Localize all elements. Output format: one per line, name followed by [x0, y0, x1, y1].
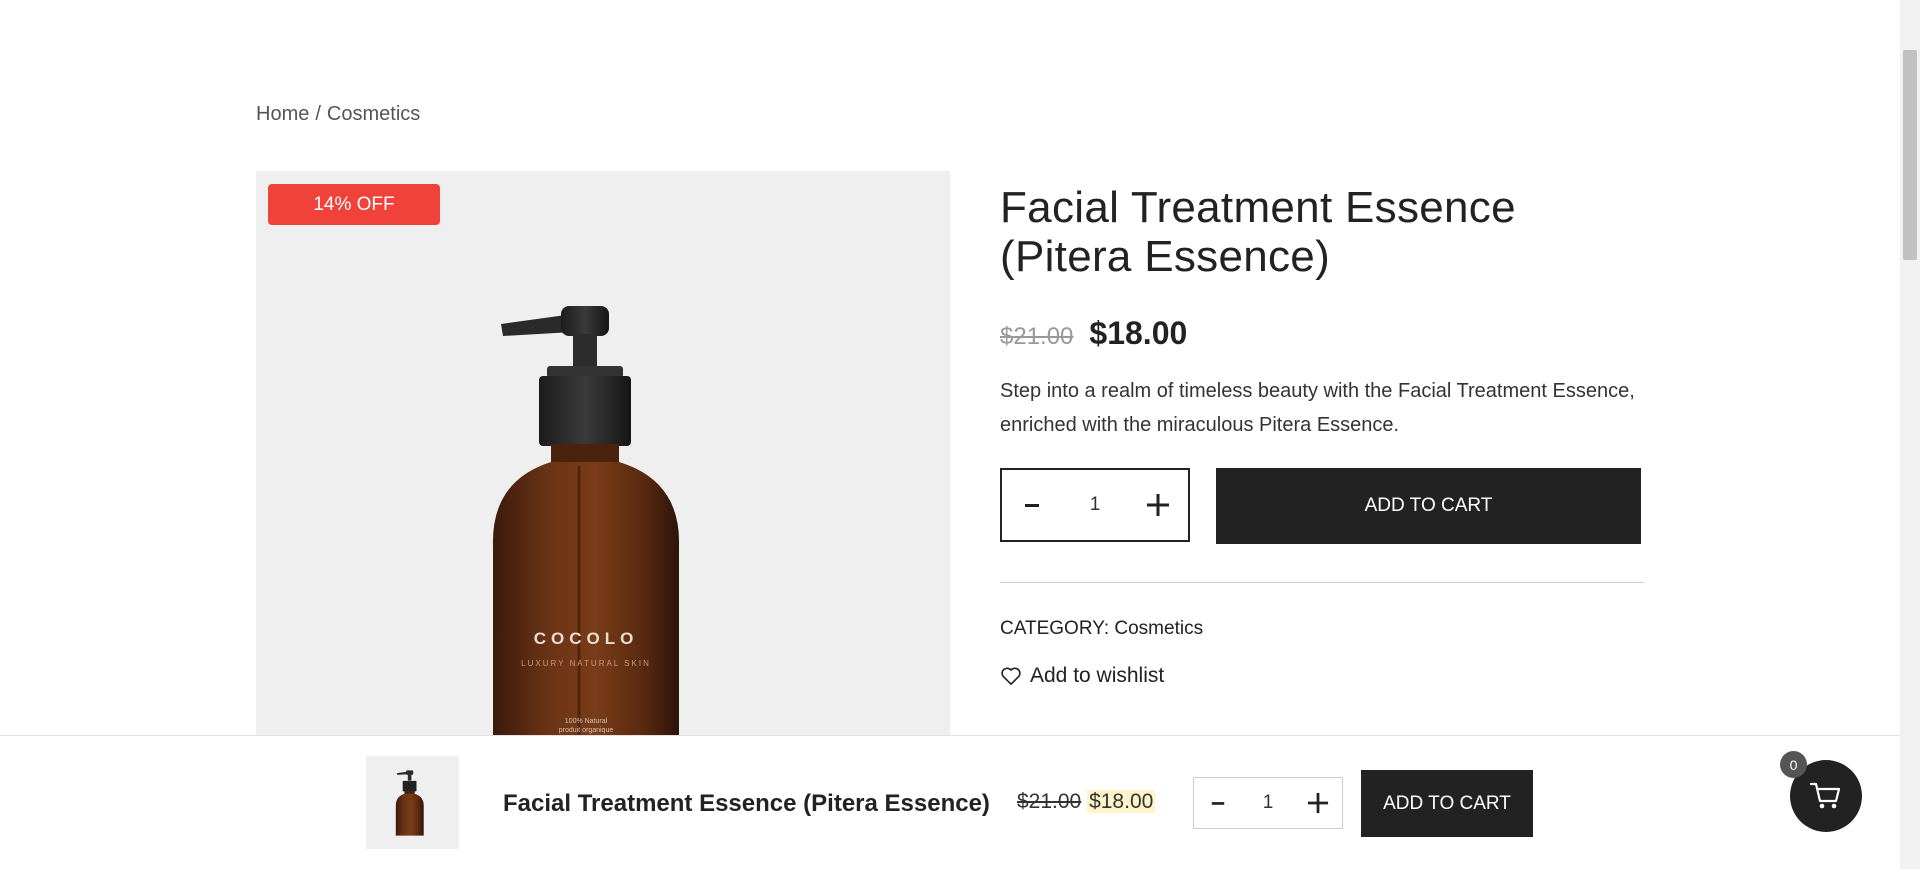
price-row: $21.00 $18.00 [1000, 315, 1644, 352]
wishlist-label: Add to wishlist [1030, 664, 1165, 687]
decrease-quantity-button[interactable] [1002, 470, 1062, 540]
category-label: CATEGORY: [1000, 618, 1110, 639]
sticky-sale-price: $18.00 [1087, 790, 1156, 813]
add-to-cart-button[interactable]: ADD TO CART [1216, 468, 1641, 544]
sticky-price: $21.00 $18.00 [1017, 790, 1156, 814]
page-scrollbar[interactable] [1900, 0, 1920, 869]
sticky-product-title: Facial Treatment Essence (Pitera Essence… [503, 790, 990, 817]
quantity-value[interactable]: 1 [1090, 494, 1101, 516]
sticky-add-to-cart-button[interactable]: ADD TO CART [1361, 770, 1533, 837]
bottle-brand-text: COCOLO [534, 629, 639, 648]
breadcrumb-home[interactable]: Home [256, 103, 309, 125]
sticky-add-to-cart-bar: Facial Treatment Essence (Pitera Essence… [0, 735, 1900, 870]
breadcrumb: Home / Cosmetics [256, 103, 420, 126]
sticky-original-price: $21.00 [1017, 790, 1082, 813]
breadcrumb-category[interactable]: Cosmetics [327, 103, 420, 125]
bottle-small-text-2: produit organique [559, 727, 614, 734]
sticky-product-thumbnail [366, 756, 459, 849]
original-price: $21.00 [1000, 323, 1074, 350]
bottle-small-text-1: 100% Natural [565, 718, 608, 725]
plus-icon [1146, 494, 1169, 516]
product-image[interactable]: 14% OFF COCOLO LUXURY NATURAL SKIN 100% … [256, 171, 950, 736]
sticky-quantity-value[interactable]: 1 [1263, 792, 1274, 814]
minus-icon [1025, 504, 1039, 507]
divider [1000, 582, 1644, 583]
sale-price: $18.00 [1089, 315, 1188, 351]
heart-icon [1001, 667, 1021, 685]
scrollbar-thumb[interactable] [1903, 50, 1917, 260]
plus-icon [1307, 792, 1329, 814]
product-bottle-image: COCOLO LUXURY NATURAL SKIN 100% Natural … [492, 306, 680, 736]
sticky-bottle-image [395, 770, 424, 836]
product-page: Home / Cosmetics 14% OFF COCOLO LUXURY N… [0, 0, 1900, 870]
bottle-tagline-text: LUXURY NATURAL SKIN [521, 659, 651, 668]
category-link[interactable]: Cosmetics [1114, 618, 1203, 639]
sticky-quantity-stepper: 1 [1193, 777, 1343, 829]
increase-quantity-button[interactable] [1128, 470, 1188, 540]
cart-count-badge: 0 [1780, 751, 1807, 778]
product-title: Facial Treatment Essence (Pitera Essence… [1000, 183, 1516, 281]
sticky-decrease-quantity-button[interactable] [1194, 778, 1242, 828]
discount-badge: 14% OFF [268, 184, 440, 225]
cart-icon [1809, 782, 1841, 809]
add-to-wishlist-button[interactable]: Add to wishlist [1000, 664, 1644, 688]
buy-row: 1 ADD TO CART [1000, 468, 1644, 544]
quantity-stepper: 1 [1000, 468, 1190, 542]
product-description: Step into a realm of timeless beauty wit… [1000, 380, 1635, 436]
product-details: Facial Treatment Essence (Pitera Essence… [1000, 183, 1644, 688]
product-category: CATEGORY: Cosmetics [1000, 618, 1644, 640]
minus-icon [1211, 802, 1225, 805]
breadcrumb-separator: / [315, 103, 321, 125]
sticky-increase-quantity-button[interactable] [1294, 778, 1342, 828]
